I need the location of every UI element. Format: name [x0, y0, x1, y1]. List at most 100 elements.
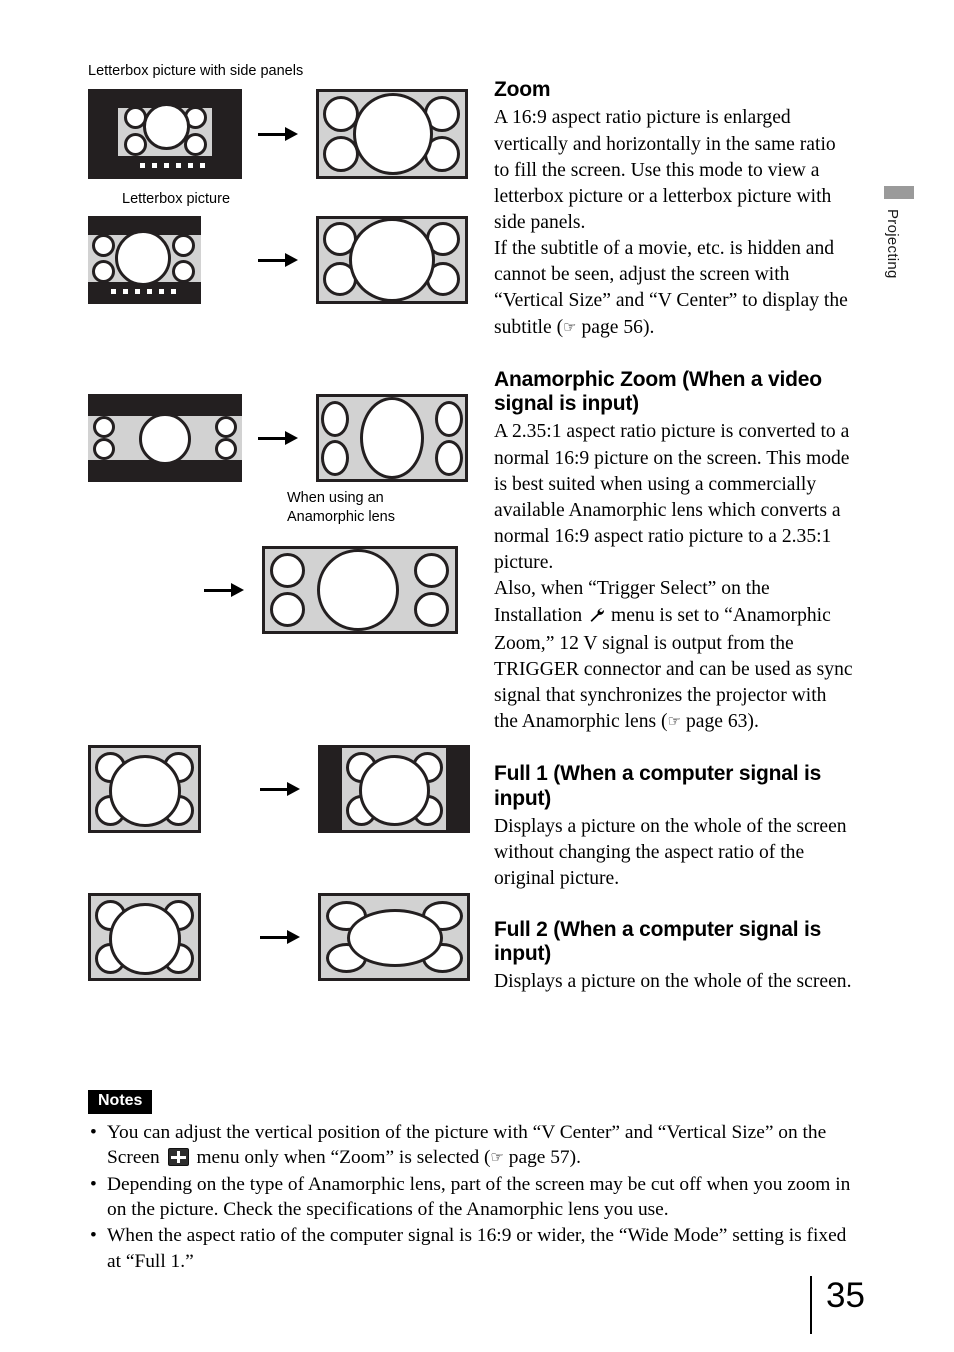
subtitle-dot: [200, 162, 205, 168]
corner-ellipse-bl: [321, 440, 349, 477]
figure-source-letterbox: [88, 216, 201, 305]
subtitle-dot: [140, 162, 145, 168]
figure-caption-letterbox-side-panels: Letterbox picture with side panels: [88, 63, 304, 79]
figure-source-anamorphic: [88, 394, 242, 483]
figure-source-full1: [88, 745, 201, 834]
corner-circle-tl: [92, 234, 115, 258]
figure-column: Letterbox picture with side panels Lette…: [88, 62, 480, 983]
center-ellipse: [347, 909, 443, 968]
subtitle-dot: [164, 162, 169, 168]
paragraph-full-2: Displays a picture on the whole of the s…: [494, 971, 852, 993]
figure-result-zoom-sidepanels: [316, 88, 468, 179]
center-circle: [349, 218, 435, 303]
heading-full-1: Full 1 (When a computer signal is input): [494, 762, 822, 810]
corner-circle-bl: [92, 260, 115, 284]
figure-row-full2: [88, 891, 480, 983]
subtitle-dot: [176, 162, 181, 168]
heading-anamorphic-zoom: Anamorphic Zoom (When a video signal is …: [494, 367, 822, 416]
corner-circle-tr: [172, 234, 195, 258]
corner-circle-tr: [215, 416, 237, 439]
center-circle: [143, 102, 190, 150]
section-edge-tab: Projecting: [884, 186, 914, 279]
note-item: • You can adjust the vertical position of…: [88, 1120, 864, 1171]
subtitle-dot: [171, 289, 176, 295]
figure-row-zoom-letterbox: [88, 214, 480, 306]
center-circle: [109, 903, 181, 976]
figure-row-full1: [88, 743, 480, 835]
pointing-hand-icon: ☞: [667, 712, 682, 731]
heading-zoom: Zoom: [494, 78, 551, 101]
figure-source-letterbox-side-panels: [88, 88, 242, 179]
center-ellipse: [360, 397, 424, 480]
corner-circle-br: [172, 260, 195, 284]
corner-circle-tr: [414, 553, 449, 589]
figure-result-full1: [318, 745, 470, 834]
corner-circle-br: [414, 592, 449, 628]
paragraph-zoom-2-pre: If the subtitle of a movie, etc. is hidd…: [494, 238, 848, 338]
corner-ellipse-br: [435, 440, 463, 477]
figure-caption-anamorphic-lens: When using an Anamorphic lens: [287, 490, 395, 525]
center-circle: [359, 755, 430, 827]
center-circle: [353, 92, 433, 175]
subtitle-dot: [147, 289, 152, 295]
subtitle-dot: [111, 289, 116, 295]
paragraph-zoom-2: If the subtitle of a movie, etc. is hidd…: [494, 236, 854, 341]
right-arrow-icon: [256, 250, 302, 270]
subtitle-dot: [135, 289, 140, 295]
corner-circle-bl: [270, 592, 305, 628]
corner-circle-tl: [270, 553, 305, 589]
bullet-glyph: •: [90, 1121, 97, 1143]
right-arrow-icon: [258, 927, 304, 947]
figure-row-zoom-sidepanels: [88, 87, 480, 181]
page-number: 35: [826, 1276, 865, 1315]
edge-tab-label: Projecting: [884, 209, 901, 279]
footer-rule: [810, 1276, 812, 1334]
figure-result-anamorphic-stretched: [316, 394, 468, 483]
center-circle: [317, 549, 399, 632]
right-arrow-icon: [202, 580, 248, 600]
paragraph-zoom-1: A 16:9 aspect ratio picture is enlarged …: [494, 107, 836, 233]
note-item-pre: Depending on the type of Anamorphic lens…: [107, 1173, 851, 1221]
corner-circle-bl: [124, 132, 147, 156]
center-circle: [139, 413, 191, 466]
corner-circle-br: [215, 438, 237, 461]
subtitle-dot: [159, 289, 164, 295]
notes-list: • You can adjust the vertical position of…: [88, 1120, 864, 1275]
body-text-column: Zoom A 16:9 aspect ratio picture is enla…: [494, 78, 854, 995]
corner-circle-tl: [93, 416, 115, 439]
right-arrow-icon: [256, 124, 302, 144]
right-arrow-icon: [256, 428, 302, 448]
figure-caption-letterbox: Letterbox picture: [122, 190, 231, 207]
figure-result-anamorphic-lens: [262, 546, 458, 635]
note-item-mid: menu only when “Zoom” is selected (: [191, 1147, 491, 1169]
corner-circle-bl: [93, 438, 115, 461]
edge-tab-bar: [884, 186, 914, 199]
heading-full-2: Full 2 (When a computer signal is input): [494, 917, 822, 965]
right-arrow-icon: [258, 779, 304, 799]
page-footer: 35: [810, 1276, 865, 1334]
manual-page: Projecting Letterbox picture with side p…: [0, 0, 954, 1352]
corner-ellipse-tr: [435, 401, 463, 438]
center-circle: [109, 755, 181, 828]
figure-row-anamorphic-source: [88, 392, 480, 484]
figure-result-zoom-letterbox: [316, 216, 468, 305]
paragraph-anamorphic-2: Also, when “Trigger Select” on the Insta…: [494, 576, 854, 735]
bullet-glyph: •: [90, 1173, 97, 1195]
note-item-pre: When the aspect ratio of the computer si…: [107, 1225, 847, 1272]
subtitle-dot: [152, 162, 157, 168]
wrench-icon: [588, 605, 605, 631]
pointing-hand-icon: ☞: [563, 317, 577, 336]
subtitle-dot: [188, 162, 193, 168]
note-item: • Depending on the type of Anamorphic len…: [88, 1172, 864, 1223]
subtitle-dot: [123, 289, 128, 295]
notes-badge: Notes: [88, 1090, 153, 1114]
paragraph-anamorphic-1: A 2.35:1 aspect ratio picture is convert…: [494, 421, 850, 574]
center-circle: [115, 230, 171, 287]
paragraph-zoom-2-post: page 56).: [576, 316, 655, 338]
notes-block: Notes • You can adjust the vertical posit…: [88, 1090, 864, 1275]
paragraph-full-1: Displays a picture on the whole of the s…: [494, 816, 847, 890]
corner-ellipse-tl: [321, 401, 349, 438]
screen-menu-icon: [167, 1148, 189, 1167]
figure-source-full2: [88, 893, 201, 982]
figure-result-full2: [318, 893, 470, 982]
